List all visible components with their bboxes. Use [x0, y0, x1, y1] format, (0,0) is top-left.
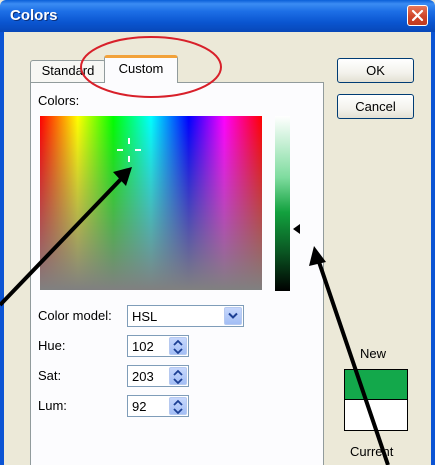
frame-right-border: [431, 32, 435, 465]
sat-value: 203: [132, 369, 154, 384]
tab-custom[interactable]: Custom: [104, 55, 178, 83]
colors-label: Colors:: [38, 93, 80, 108]
hue-label: Hue:: [38, 338, 66, 353]
color-model-dropdown-button[interactable]: [224, 307, 242, 325]
color-model-label: Color model:: [38, 308, 112, 323]
ok-button[interactable]: OK: [337, 58, 414, 83]
close-button[interactable]: [407, 5, 428, 26]
sat-spin-button[interactable]: [169, 367, 187, 385]
current-color-label: Current: [350, 444, 394, 459]
window-title: Colors: [10, 7, 58, 24]
sat-stepper[interactable]: 203: [127, 365, 189, 387]
color-preview: [344, 369, 408, 431]
color-spectrum-picker[interactable]: [40, 116, 262, 290]
luminance-slider[interactable]: [275, 116, 290, 291]
hue-stepper[interactable]: 102: [127, 335, 189, 357]
lum-value: 92: [132, 399, 147, 414]
spin-up-down-icon: [173, 369, 183, 385]
new-color-label: New: [360, 346, 387, 361]
frame-left-border: [0, 32, 4, 465]
lum-stepper[interactable]: 92: [127, 395, 189, 417]
color-model-select[interactable]: HSL: [127, 305, 244, 327]
crosshair-icon[interactable]: [114, 135, 144, 165]
new-color-swatch: [345, 370, 407, 400]
spin-up-down-icon: [173, 399, 183, 415]
chevron-down-icon: [228, 312, 238, 319]
cancel-button[interactable]: Cancel: [337, 94, 414, 119]
hue-value: 102: [132, 339, 154, 354]
color-model-value: HSL: [132, 309, 158, 324]
luminance-pointer-icon[interactable]: [293, 224, 300, 234]
title-bar[interactable]: Colors: [0, 0, 435, 32]
lum-spin-button[interactable]: [169, 397, 187, 415]
lum-label: Lum:: [38, 398, 67, 413]
hue-spin-button[interactable]: [169, 337, 187, 355]
spin-up-down-icon: [173, 339, 183, 355]
tab-standard[interactable]: Standard: [30, 60, 106, 82]
sat-label: Sat:: [38, 368, 62, 383]
colors-dialog: Colors Standard Custom Colors: Color mod…: [0, 0, 435, 465]
close-icon: [411, 9, 424, 22]
